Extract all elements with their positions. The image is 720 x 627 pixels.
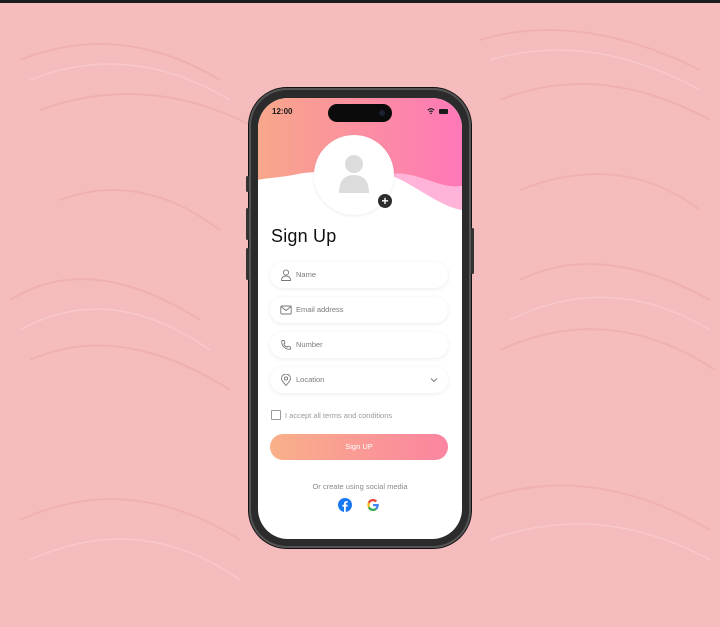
name-placeholder: Name [296, 270, 317, 279]
battery-icon [439, 108, 448, 114]
user-avatar-icon [339, 155, 369, 193]
location-select[interactable]: Location [270, 367, 448, 393]
mute-switch [246, 176, 249, 192]
user-icon [281, 269, 291, 281]
terms-checkbox[interactable] [271, 410, 281, 420]
terms-row: I accept all terms and conditions [271, 410, 392, 420]
dynamic-island [328, 104, 392, 122]
page-title: Sign Up [271, 226, 337, 246]
app-screen: 12:00 + Sign Up Name Email address Numbe… [258, 98, 462, 539]
phone-icon [281, 340, 291, 350]
number-placeholder: Number [296, 340, 323, 349]
power-button [471, 228, 474, 274]
location-placeholder: Location [296, 375, 325, 384]
add-photo-button[interactable]: + [378, 194, 392, 208]
volume-down-button [246, 248, 249, 280]
phone-frame: 12:00 + Sign Up Name Email address Numbe… [246, 88, 474, 548]
social-label: Or create using social media [312, 482, 408, 491]
facebook-icon[interactable] [338, 498, 352, 512]
number-field[interactable]: Number [270, 332, 448, 358]
email-placeholder: Email address [296, 305, 344, 314]
terms-label: I accept all terms and conditions [285, 410, 393, 420]
name-field[interactable]: Name [270, 262, 448, 288]
email-field[interactable]: Email address [270, 297, 448, 323]
camera-icon [379, 110, 385, 116]
plus-icon: + [381, 194, 389, 208]
volume-up-button [246, 208, 249, 240]
status-icons [427, 107, 448, 115]
top-edge-bar [0, 0, 720, 3]
wifi-icon [427, 108, 435, 115]
signup-button[interactable]: Sign UP [270, 434, 448, 460]
chevron-down-icon [430, 378, 438, 383]
status-time: 12:00 [272, 107, 293, 116]
mail-icon [280, 305, 292, 315]
location-pin-icon [281, 374, 291, 386]
google-icon[interactable] [366, 498, 380, 512]
